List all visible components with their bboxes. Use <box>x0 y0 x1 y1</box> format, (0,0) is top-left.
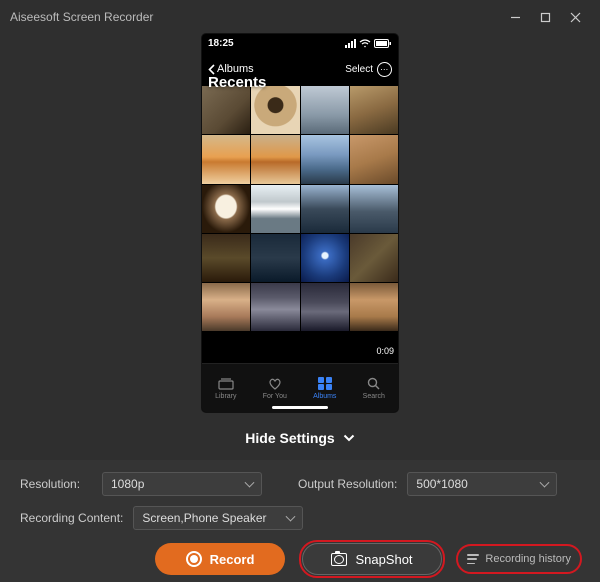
more-icon: ⋯ <box>377 62 392 77</box>
snapshot-button[interactable]: SnapShot <box>302 543 442 575</box>
home-indicator <box>272 406 328 409</box>
select-label: Select <box>345 64 373 75</box>
output-resolution-select[interactable]: 500*1080 <box>407 472 557 496</box>
minimize-button[interactable] <box>500 0 530 34</box>
preview-area: 18:25 Albums Select ⋯ Recents <box>0 34 600 412</box>
output-resolution-label: Output Resolution: <box>298 477 397 491</box>
snapshot-label: SnapShot <box>355 552 412 567</box>
album-title: Recents <box>208 74 266 91</box>
photo-thumbnail[interactable] <box>301 86 349 134</box>
recording-content-label: Recording Content: <box>20 511 123 525</box>
photo-thumbnail[interactable] <box>350 283 398 331</box>
tab-foryou[interactable]: For You <box>263 377 287 400</box>
status-icons <box>345 39 392 48</box>
chevron-left-icon <box>208 64 215 75</box>
action-row: Record SnapShot Recording history <box>20 540 580 578</box>
battery-icon <box>374 39 392 48</box>
photo-thumbnail[interactable] <box>301 185 349 233</box>
phone-tabbar: Library For You Albums Search <box>202 363 398 412</box>
tab-search[interactable]: Search <box>363 377 385 400</box>
resolution-value: 1080p <box>111 477 144 491</box>
phone-statusbar: 18:25 <box>202 34 398 52</box>
photo-thumbnail[interactable] <box>350 135 398 183</box>
maximize-button[interactable] <box>530 0 560 34</box>
photos-header: Albums Select ⋯ Recents <box>202 52 398 86</box>
hide-settings-toggle[interactable]: Hide Settings <box>0 430 600 446</box>
chevron-down-icon <box>343 434 355 442</box>
library-icon <box>217 377 235 391</box>
signal-icon <box>345 39 356 48</box>
hide-settings-label: Hide Settings <box>245 430 334 446</box>
tab-label: Search <box>363 393 385 400</box>
photo-grid[interactable] <box>202 86 398 331</box>
history-highlight: Recording history <box>456 544 582 574</box>
photo-thumbnail[interactable] <box>202 135 250 183</box>
titlebar: Aiseesoft Screen Recorder <box>0 0 600 34</box>
phone-preview: 18:25 Albums Select ⋯ Recents <box>202 34 398 412</box>
close-button[interactable] <box>560 0 590 34</box>
photo-thumbnail[interactable] <box>301 283 349 331</box>
photo-thumbnail[interactable] <box>251 135 299 183</box>
record-button[interactable]: Record <box>155 543 285 575</box>
tab-library[interactable]: Library <box>215 377 236 400</box>
albums-icon <box>316 377 334 391</box>
settings-panel: Resolution: 1080p Output Resolution: 500… <box>0 460 600 582</box>
search-icon <box>365 377 383 391</box>
tab-label: Albums <box>313 393 336 400</box>
recording-content-value: Screen,Phone Speaker <box>142 511 266 525</box>
recording-history-link[interactable]: Recording history <box>459 547 579 571</box>
record-label: Record <box>210 552 255 567</box>
foryou-icon <box>266 377 284 391</box>
photo-thumbnail[interactable] <box>251 283 299 331</box>
record-icon <box>186 551 202 567</box>
app-window: Aiseesoft Screen Recorder 18:25 Albums <box>0 0 600 582</box>
photo-thumbnail[interactable] <box>350 234 398 282</box>
tab-label: For You <box>263 393 287 400</box>
output-resolution-value: 500*1080 <box>416 477 467 491</box>
photo-thumbnail[interactable] <box>202 283 250 331</box>
photo-thumbnail[interactable] <box>251 234 299 282</box>
photo-thumbnail[interactable] <box>301 135 349 183</box>
recording-history-label: Recording history <box>485 553 571 565</box>
snapshot-highlight: SnapShot <box>299 540 445 578</box>
app-title: Aiseesoft Screen Recorder <box>10 10 153 24</box>
photo-thumbnail[interactable] <box>202 185 250 233</box>
tab-label: Library <box>215 393 236 400</box>
photo-thumbnail[interactable] <box>301 234 349 282</box>
camera-icon <box>331 553 347 566</box>
photo-thumbnail[interactable] <box>251 86 299 134</box>
phone-time: 18:25 <box>208 38 234 49</box>
video-duration-badge: 0:09 <box>376 346 394 356</box>
resolution-label: Resolution: <box>20 477 92 491</box>
history-icon <box>467 554 479 564</box>
resolution-select[interactable]: 1080p <box>102 472 262 496</box>
photo-thumbnail[interactable] <box>202 234 250 282</box>
photo-thumbnail[interactable] <box>202 86 250 134</box>
select-controls[interactable]: Select ⋯ <box>345 62 392 77</box>
wifi-icon <box>359 39 371 48</box>
photo-thumbnail[interactable] <box>350 185 398 233</box>
photo-thumbnail[interactable] <box>251 185 299 233</box>
photo-thumbnail[interactable] <box>350 86 398 134</box>
recording-content-select[interactable]: Screen,Phone Speaker <box>133 506 303 530</box>
tab-albums[interactable]: Albums <box>313 377 336 400</box>
